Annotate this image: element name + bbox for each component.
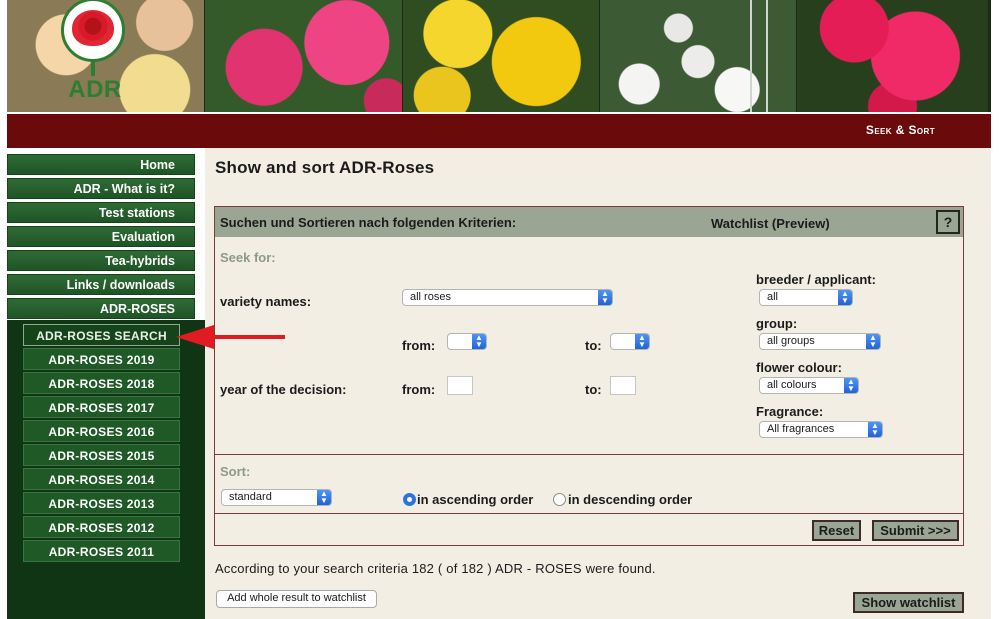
sub-item-adr-roses-2012[interactable]: ADR-ROSES 2012 xyxy=(23,516,180,538)
sidebar: Home ADR - What is it? Test stations Eva… xyxy=(7,148,205,619)
variety-from-select[interactable]: ▲ ▼ xyxy=(447,333,487,350)
descending-radio[interactable] xyxy=(553,493,566,506)
search-panel: Suchen und Sortieren nach folgenden Krit… xyxy=(214,206,964,546)
reset-button[interactable]: Reset xyxy=(812,520,861,541)
rose-photo-2 xyxy=(205,0,402,112)
rose-icon xyxy=(72,10,114,46)
chevron-updown-icon: ▲ ▼ xyxy=(635,334,649,349)
group-label: group: xyxy=(756,316,798,331)
ascending-radio[interactable] xyxy=(403,493,416,506)
rose-photo-3 xyxy=(403,0,599,112)
result-summary: According to your search criteria 182 ( … xyxy=(215,561,656,576)
nav-item-what-is-it[interactable]: ADR - What is it? xyxy=(7,178,195,199)
rose-photo-1: ADR xyxy=(7,0,204,112)
chevron-updown-icon: ▲ ▼ xyxy=(844,378,858,393)
sort-label: Sort: xyxy=(220,464,251,479)
adr-logo[interactable]: ADR xyxy=(55,0,133,112)
variety-names-label: variety names: xyxy=(220,294,312,309)
chevron-updown-icon: ▲ ▼ xyxy=(472,334,486,349)
nav-item-tea-hybrids[interactable]: Tea-hybrids xyxy=(7,250,195,271)
chevron-updown-icon: ▲ ▼ xyxy=(866,334,880,349)
rose-photo-5 xyxy=(797,0,988,112)
chevron-updown-icon: ▲ ▼ xyxy=(598,290,612,305)
breeder-value: all xyxy=(767,291,779,303)
sub-item-adr-roses-2014[interactable]: ADR-ROSES 2014 xyxy=(23,468,180,490)
fragrance-label: Fragrance: xyxy=(756,404,824,419)
sub-item-adr-roses-2019[interactable]: ADR-ROSES 2019 xyxy=(23,348,180,370)
fragrance-select[interactable]: All fragrances ▲ ▼ xyxy=(759,421,883,438)
submit-button[interactable]: Submit >>> xyxy=(872,520,959,541)
ascending-label: in ascending order xyxy=(417,492,534,507)
section-title: Seek & Sort xyxy=(865,123,935,137)
panel-header-criteria: Suchen und Sortieren nach folgenden Krit… xyxy=(220,215,517,230)
header-banner: ADR xyxy=(7,0,991,112)
logo-text: ADR xyxy=(68,76,122,103)
annotation-arrow-line xyxy=(210,335,285,339)
help-button[interactable]: ? xyxy=(936,210,960,234)
flower-colour-label: flower colour: xyxy=(756,360,842,375)
sub-item-adr-roses-2015[interactable]: ADR-ROSES 2015 xyxy=(23,444,180,466)
variety-names-value: all roses xyxy=(410,291,451,303)
top-bar: Seek & Sort xyxy=(7,114,991,148)
flower-colour-select[interactable]: all colours ▲ ▼ xyxy=(759,377,859,394)
variety-names-select[interactable]: all roses ▲ ▼ xyxy=(402,289,613,306)
from-label-1: from: xyxy=(402,338,436,353)
year-to-input[interactable] xyxy=(610,376,636,395)
nav-item-links-downloads[interactable]: Links / downloads xyxy=(7,274,195,295)
sub-item-adr-roses-search[interactable]: ADR-ROSES SEARCH xyxy=(23,324,180,346)
sort-value: standard xyxy=(229,491,272,503)
breeder-select[interactable]: all ▲ ▼ xyxy=(759,289,853,306)
fragrance-value: All fragrances xyxy=(767,423,835,435)
logo-stem xyxy=(91,60,95,76)
sort-select[interactable]: standard ▲ ▼ xyxy=(221,489,332,506)
to-label-1: to: xyxy=(585,338,602,353)
breeder-label: breeder / applicant: xyxy=(756,272,876,287)
variety-to-select[interactable]: ▲ ▼ xyxy=(610,333,650,350)
section-divider xyxy=(215,454,963,455)
show-watchlist-button[interactable]: Show watchlist xyxy=(853,592,964,613)
sub-item-adr-roses-2011[interactable]: ADR-ROSES 2011 xyxy=(23,540,180,562)
nav-item-test-stations[interactable]: Test stations xyxy=(7,202,195,223)
nav-item-home[interactable]: Home xyxy=(7,154,195,175)
year-decision-label: year of the decision: xyxy=(220,382,347,397)
page-title: Show and sort ADR-Roses xyxy=(215,158,435,177)
nav-item-adr-roses[interactable]: ADR-ROSES xyxy=(7,298,195,319)
flower-colour-value: all colours xyxy=(767,379,817,391)
descending-label: in descending order xyxy=(568,492,693,507)
chevron-updown-icon: ▲ ▼ xyxy=(868,422,882,437)
sub-item-adr-roses-2016[interactable]: ADR-ROSES 2016 xyxy=(23,420,180,442)
nav-item-evaluation[interactable]: Evaluation xyxy=(7,226,195,247)
sub-item-adr-roses-2017[interactable]: ADR-ROSES 2017 xyxy=(23,396,180,418)
main-content: Show and sort ADR-Roses Suchen und Sorti… xyxy=(205,148,991,619)
from-label-2: from: xyxy=(402,382,436,397)
year-from-input[interactable] xyxy=(447,376,473,395)
group-select[interactable]: all groups ▲ ▼ xyxy=(759,333,881,350)
seek-for-label: Seek for: xyxy=(220,250,276,265)
section-divider xyxy=(215,513,963,514)
sub-item-adr-roses-2013[interactable]: ADR-ROSES 2013 xyxy=(23,492,180,514)
chevron-updown-icon: ▲ ▼ xyxy=(317,490,331,505)
panel-header: Suchen und Sortieren nach folgenden Krit… xyxy=(215,207,963,237)
arrow-left-icon xyxy=(176,325,214,349)
sub-item-adr-roses-2018[interactable]: ADR-ROSES 2018 xyxy=(23,372,180,394)
to-label-2: to: xyxy=(585,382,602,397)
panel-header-watchlist: Watchlist (Preview) xyxy=(711,216,830,231)
group-value: all groups xyxy=(767,335,815,347)
rose-photo-4 xyxy=(600,0,796,112)
chevron-updown-icon: ▲ ▼ xyxy=(838,290,852,305)
add-to-watchlist-button[interactable]: Add whole result to watchlist xyxy=(216,590,377,608)
